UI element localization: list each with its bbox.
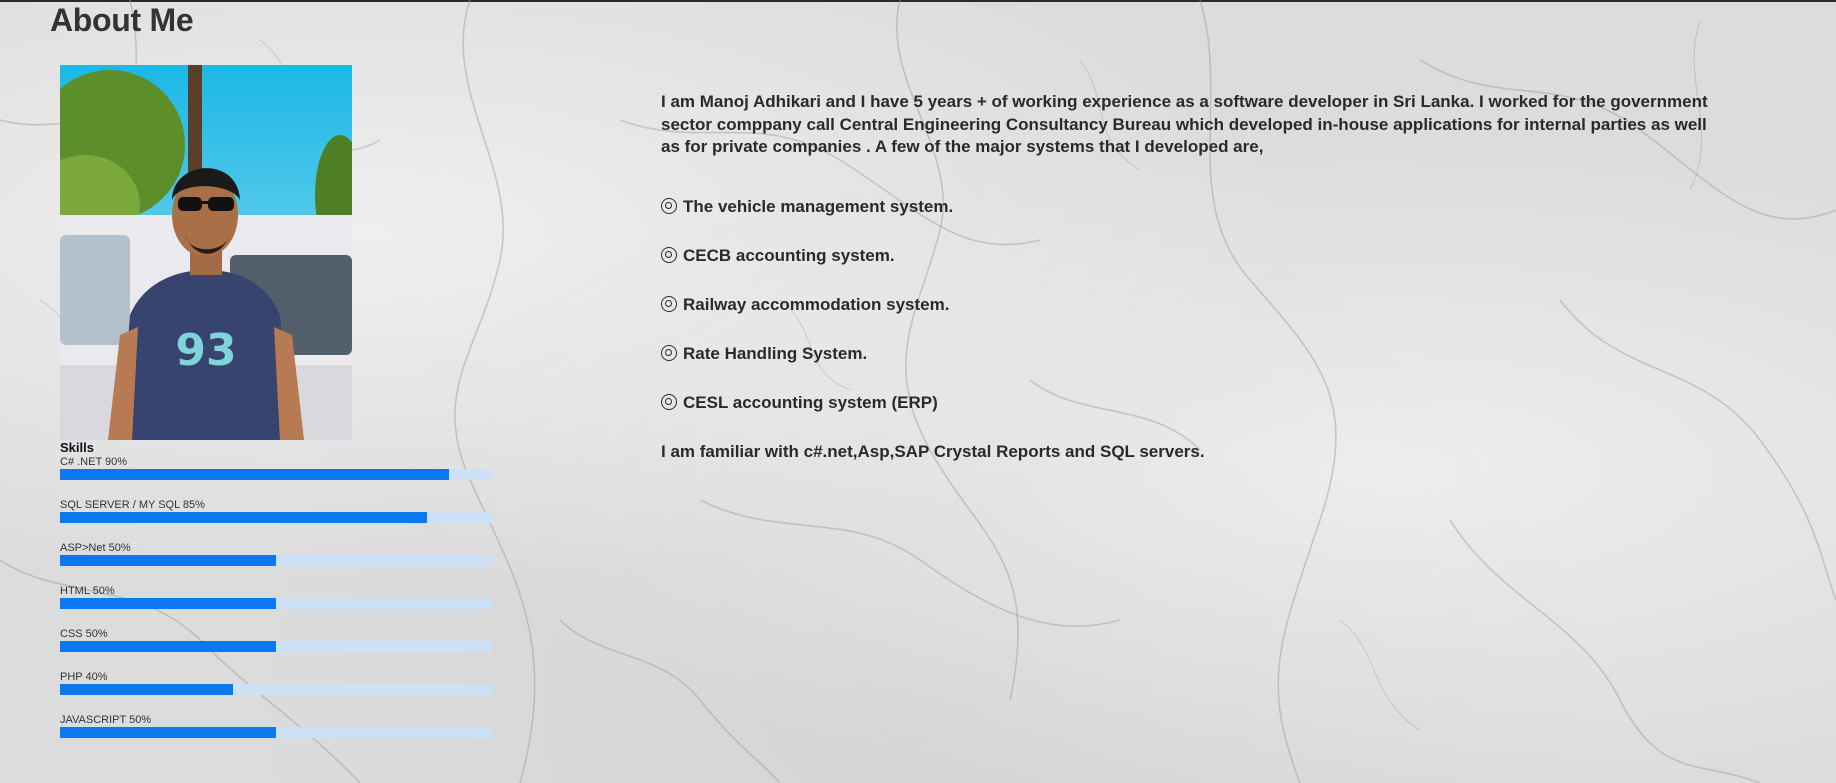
system-name: Rate Handling System.	[683, 344, 868, 363]
circle-bullet-icon	[661, 345, 677, 361]
skill-progress-track	[60, 512, 492, 523]
bio-intro: I am Manoj Adhikari and I have 5 years +…	[661, 92, 1708, 156]
profile-photo-image: 93	[60, 65, 352, 440]
system-list-item: Railway accommodation system.	[661, 294, 953, 343]
skill-progress-track	[60, 598, 492, 609]
top-border	[0, 0, 1836, 2]
skill-item: JAVASCRIPT 50%	[60, 714, 492, 757]
systems-list: The vehicle management system. CECB accou…	[661, 196, 953, 441]
skills-section: Skills C# .NET 90% SQL SERVER / MY SQL 85…	[60, 440, 492, 757]
skill-progress-fill	[60, 512, 428, 523]
skill-item: HTML 50%	[60, 585, 492, 628]
skill-progress-track	[60, 727, 492, 738]
skill-label: SQL SERVER / MY SQL 85%	[60, 499, 205, 511]
skill-item: PHP 40%	[60, 671, 492, 714]
skill-progress-fill	[60, 555, 276, 566]
system-list-item: Rate Handling System.	[661, 343, 953, 392]
skill-item: CSS 50%	[60, 628, 492, 671]
skill-progress-track	[60, 469, 492, 480]
skill-label: PHP 40%	[60, 671, 108, 683]
skill-label: CSS 50%	[60, 628, 108, 640]
skill-progress-track	[60, 641, 492, 652]
skill-label: JAVASCRIPT 50%	[60, 714, 152, 726]
skill-progress-track	[60, 684, 492, 695]
system-name: CESL accounting system (ERP)	[683, 393, 938, 412]
skill-label: HTML 50%	[60, 585, 115, 597]
skill-label: C# .NET 90%	[60, 456, 128, 468]
bio-outro: I am familiar with c#.net,Asp,SAP Crysta…	[661, 442, 1205, 461]
system-name: Railway accommodation system.	[683, 295, 950, 314]
skills-list: C# .NET 90% SQL SERVER / MY SQL 85% ASP>Ne…	[60, 456, 492, 757]
skill-label: ASP>Net 50%	[60, 542, 131, 554]
skill-progress-fill	[60, 469, 449, 480]
system-name: The vehicle management system.	[683, 197, 954, 216]
skill-item: C# .NET 90%	[60, 456, 492, 499]
bio-section: I am Manoj Adhikari and I have 5 years +…	[661, 91, 1721, 461]
skill-progress-fill	[60, 684, 233, 695]
skill-progress-track	[60, 555, 492, 566]
circle-bullet-icon	[661, 198, 677, 214]
circle-bullet-icon	[661, 296, 677, 312]
skill-item: ASP>Net 50%	[60, 542, 492, 585]
page-title: About Me	[50, 2, 194, 38]
system-list-item: CESL accounting system (ERP)	[661, 392, 953, 441]
skill-item: SQL SERVER / MY SQL 85%	[60, 499, 492, 542]
circle-bullet-icon	[661, 394, 677, 410]
system-list-item: The vehicle management system.	[661, 196, 953, 245]
svg-text:93: 93	[175, 325, 236, 376]
skills-title: Skills	[60, 440, 94, 455]
circle-bullet-icon	[661, 247, 677, 263]
system-name: CECB accounting system.	[683, 246, 895, 265]
system-list-item: CECB accounting system.	[661, 245, 953, 294]
skill-progress-fill	[60, 641, 276, 652]
skill-progress-fill	[60, 727, 276, 738]
skill-progress-fill	[60, 598, 276, 609]
profile-photo: 93	[60, 65, 352, 440]
